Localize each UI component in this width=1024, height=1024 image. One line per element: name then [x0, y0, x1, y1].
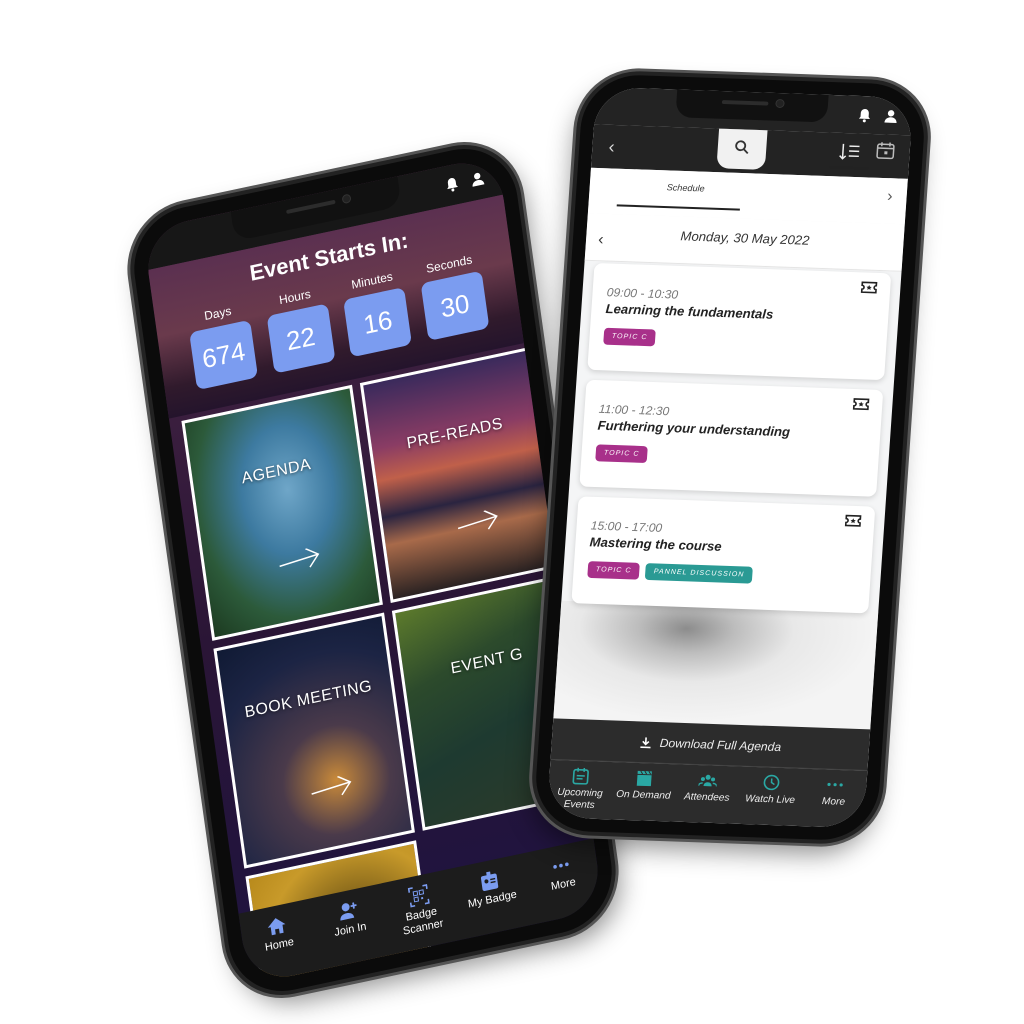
- notch: [675, 89, 829, 123]
- arrow-right-icon: [456, 508, 500, 537]
- back-button[interactable]: ‹: [608, 137, 615, 158]
- left-phone: Event Starts In: Days 674 Hours 22 Minut…: [126, 138, 620, 1002]
- bell-icon[interactable]: [857, 108, 872, 126]
- nav-my-badge[interactable]: My Badge: [459, 865, 523, 913]
- right-phone: ‹ Schedule › ‹ Monday, 30 May 2022 09:00…: [532, 73, 928, 842]
- qr-scanner-icon: [407, 884, 430, 908]
- left-phone-screen: Event Starts In: Days 674 Hours 22 Minut…: [142, 154, 604, 986]
- right-phone-screen: ‹ Schedule › ‹ Monday, 30 May 2022 09:00…: [546, 86, 914, 829]
- session-card[interactable]: 09:00 - 10:30 Learning the fundamentals …: [587, 263, 892, 381]
- date-navigator: ‹ Monday, 30 May 2022: [584, 213, 905, 272]
- badge-icon: [479, 869, 501, 893]
- ticket-icon[interactable]: [859, 278, 878, 296]
- home-icon: [266, 914, 288, 938]
- tab-schedule[interactable]: Schedule: [630, 181, 742, 195]
- nav-label: On Demand: [615, 788, 671, 802]
- search-icon: [733, 139, 751, 160]
- user-icon[interactable]: [883, 109, 898, 127]
- group-icon: [697, 771, 718, 789]
- nav-label: Upcoming Events: [556, 786, 604, 811]
- nav-join-in[interactable]: Join In: [317, 895, 381, 943]
- nav-watch-live[interactable]: Watch Live: [740, 773, 800, 826]
- user-icon[interactable]: [470, 170, 486, 191]
- session-card[interactable]: 11:00 - 12:30 Furthering your understand…: [579, 379, 884, 497]
- speaker: [721, 100, 769, 106]
- tile-book-meeting[interactable]: BOOK MEETING: [213, 612, 415, 869]
- ticket-icon[interactable]: [851, 395, 870, 413]
- nav-more[interactable]: More: [804, 775, 864, 828]
- session-tag[interactable]: PANNEL DISCUSSION: [645, 563, 754, 584]
- calendar-icon[interactable]: [875, 140, 897, 160]
- nav-more[interactable]: More: [530, 849, 594, 897]
- arrow-right-icon: [310, 774, 354, 803]
- add-user-icon: [337, 899, 359, 923]
- countdown-value: 22: [266, 303, 336, 374]
- session-tag[interactable]: TOPIC C: [587, 561, 641, 580]
- countdown-value: 16: [343, 286, 413, 358]
- search-button[interactable]: [716, 128, 768, 170]
- sort-active-indicator: [829, 166, 869, 170]
- countdown-seconds: Seconds 30: [414, 250, 493, 342]
- camera: [341, 193, 352, 205]
- countdown-value: 674: [189, 319, 259, 391]
- nav-attendees[interactable]: Attendees: [677, 770, 737, 823]
- tile-grid: AGENDA PRE-READS BOOK MEETING EVENT G SP…: [181, 346, 594, 986]
- sort-list-icon[interactable]: [838, 141, 862, 164]
- nav-badge-scanner[interactable]: Badge Scanner: [388, 880, 454, 941]
- tile-label: AGENDA: [240, 455, 313, 488]
- ticket-icon[interactable]: [843, 512, 862, 530]
- countdown-days: Days 674: [182, 299, 261, 391]
- nav-home[interactable]: Home: [246, 910, 310, 958]
- countdown-value: 30: [420, 270, 490, 341]
- speaker: [286, 199, 336, 215]
- tabs-next-button[interactable]: ›: [886, 188, 894, 206]
- session-tag[interactable]: TOPIC C: [603, 327, 657, 347]
- tile-pre-reads[interactable]: PRE-READS: [359, 346, 562, 603]
- camera: [775, 98, 785, 109]
- nav-label: More: [550, 875, 577, 893]
- nav-upcoming-events[interactable]: Upcoming Events: [550, 766, 610, 819]
- tile-label: BOOK MEETING: [243, 677, 374, 722]
- session-list: 09:00 - 10:30 Learning the fundamentals …: [571, 263, 892, 623]
- more-icon: [825, 775, 844, 793]
- countdown-minutes: Minutes 16: [337, 266, 416, 358]
- countdown-hours: Hours 22: [260, 283, 339, 375]
- nav-label: Attendees: [683, 791, 730, 804]
- clock-icon: [762, 773, 781, 791]
- nav-label: My Badge: [467, 888, 518, 911]
- calendar-list-icon: [571, 767, 590, 785]
- bell-icon[interactable]: [444, 176, 460, 197]
- tile-label: PRE-READS: [405, 415, 504, 453]
- nav-label: Badge Scanner: [402, 905, 445, 938]
- current-date: Monday, 30 May 2022: [680, 228, 810, 248]
- download-icon: [639, 736, 652, 748]
- nav-on-demand[interactable]: On Demand: [613, 768, 673, 821]
- tile-agenda[interactable]: AGENDA: [181, 384, 383, 641]
- more-icon: [550, 854, 572, 878]
- clapperboard-icon: [635, 769, 654, 787]
- nav-label: Home: [264, 935, 295, 954]
- bottom-nav: Upcoming Events On Demand Attendees Watc…: [546, 759, 868, 829]
- nav-label: Join In: [333, 920, 368, 940]
- active-tab-indicator: [616, 204, 740, 211]
- session-tag[interactable]: TOPIC C: [595, 444, 649, 464]
- arrow-right-icon: [278, 546, 322, 575]
- download-label: Download Full Agenda: [659, 735, 782, 754]
- nav-label: More: [821, 796, 846, 808]
- session-card[interactable]: 15:00 - 17:00 Mastering the course TOPIC…: [571, 496, 876, 614]
- nav-label: Watch Live: [744, 793, 796, 807]
